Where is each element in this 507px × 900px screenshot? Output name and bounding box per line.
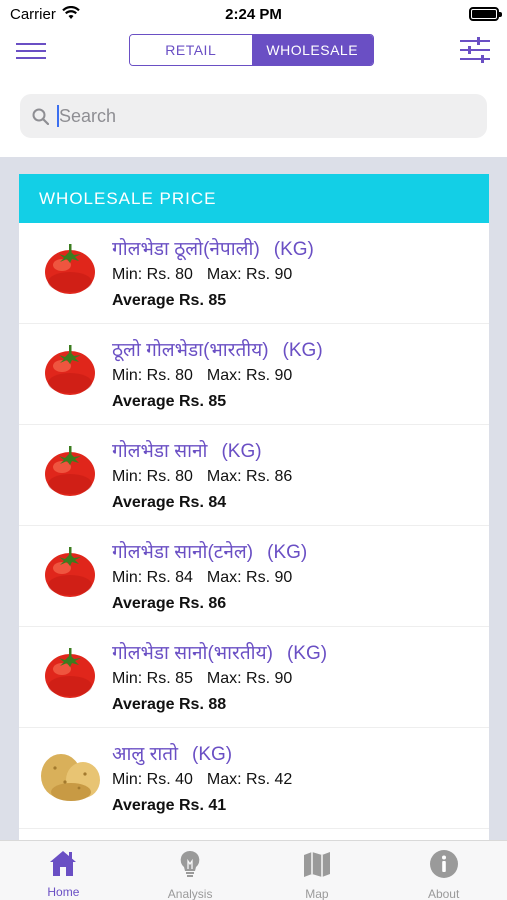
- item-unit: (KG): [282, 340, 323, 361]
- item-max: Max: Rs. 42: [206, 771, 293, 788]
- info-icon: [429, 849, 459, 884]
- wholesale-segment[interactable]: WHOLESALE: [251, 35, 373, 65]
- status-left: Carrier: [10, 6, 80, 23]
- item-name: गोलभेडा ठूलो(नेपाली): [112, 239, 260, 260]
- item-name: ठूलो गोलभेडा(भारतीय): [112, 340, 269, 361]
- item-name: गोलभेडा सानो(टनेल): [112, 542, 254, 563]
- map-icon: [302, 849, 332, 884]
- retail-segment[interactable]: RETAIL: [130, 35, 252, 65]
- item-max: Max: Rs. 90: [206, 367, 293, 384]
- carrier-label: Carrier: [10, 5, 56, 23]
- tab-home[interactable]: Home: [0, 841, 127, 900]
- search-input[interactable]: [59, 105, 459, 127]
- search-icon: [32, 108, 49, 125]
- card-header: WHOLESALE PRICE: [19, 174, 489, 223]
- tab-map[interactable]: Map: [254, 841, 381, 900]
- item-average: Average Rs. 85: [112, 393, 227, 410]
- tomato-icon: [37, 641, 103, 701]
- item-max: Max: Rs. 86: [206, 468, 293, 485]
- filter-settings-button[interactable]: [459, 36, 491, 64]
- item-max: Max: Rs. 90: [206, 266, 293, 283]
- price-list-item[interactable]: आलु रातो (KG) Min: Rs. 40 Max: Rs. 42 Averag…: [19, 728, 489, 829]
- item-min-max: Min: Rs. 80 Max: Rs. 90: [112, 266, 292, 284]
- item-title: आलु रातो (KG): [112, 740, 232, 766]
- item-min-max: Min: Rs. 40 Max: Rs. 42: [112, 771, 292, 789]
- sliders-icon: [460, 37, 490, 63]
- item-title: ठूलो गोलभेडा(भारतीय) (KG): [112, 336, 323, 362]
- item-unit: (KG): [192, 744, 233, 765]
- item-min-max: Min: Rs. 85 Max: Rs. 90: [112, 670, 292, 688]
- tab-about[interactable]: About: [380, 841, 507, 900]
- item-average: Average Rs. 85: [112, 292, 227, 309]
- price-list: गोलभेडा ठूलो(नेपाली) (KG) Min: Rs. 80 Max: …: [19, 223, 489, 829]
- tomato-icon: [37, 439, 103, 499]
- nav-bar: RETAIL WHOLESALE: [0, 30, 507, 70]
- tab-label: Map: [305, 887, 329, 900]
- item-max: Max: Rs. 90: [206, 569, 293, 586]
- search-bar: [20, 94, 487, 138]
- item-title: गोलभेडा सानो (KG): [112, 437, 262, 463]
- tomato-icon: [37, 540, 103, 600]
- content-area: WHOLESALE PRICE गोलभेडा ठूलो(नेपाली) (KG)…: [0, 157, 507, 840]
- tab-label: Analysis: [167, 887, 213, 900]
- price-list-item[interactable]: ठूलो गोलभेडा(भारतीय) (KG) Min: Rs. 80 Max: …: [19, 324, 489, 425]
- item-max: Max: Rs. 90: [206, 670, 293, 687]
- tab-label: About: [427, 887, 460, 900]
- item-name: गोलभेडा सानो(भारतीय): [112, 643, 273, 664]
- tab-label: Home: [47, 885, 80, 899]
- tomato-icon: [37, 338, 103, 398]
- item-average: Average Rs. 41: [112, 797, 227, 814]
- tab-bar: Home Analysis Map About: [0, 840, 507, 900]
- lightbulb-icon: [175, 849, 205, 884]
- item-min: Min: Rs. 80: [112, 468, 193, 485]
- hamburger-menu-button[interactable]: [16, 38, 46, 62]
- price-list-item[interactable]: गोलभेडा ठूलो(नेपाली) (KG) Min: Rs. 80 Max: …: [19, 223, 489, 324]
- tomato-icon: [37, 237, 103, 297]
- price-type-segmented-control: RETAIL WHOLESALE: [129, 34, 374, 66]
- item-title: गोलभेडा सानो(टनेल) (KG): [112, 538, 307, 564]
- item-min: Min: Rs. 80: [112, 266, 193, 283]
- item-min: Min: Rs. 84: [112, 569, 193, 586]
- price-list-item[interactable]: गोलभेडा सानो(भारतीय) (KG) Min: Rs. 85 Max: …: [19, 627, 489, 728]
- tab-analysis[interactable]: Analysis: [127, 841, 254, 900]
- price-list-item[interactable]: गोलभेडा सानो (KG) Min: Rs. 80 Max: Rs. 86 Av…: [19, 425, 489, 526]
- item-min: Min: Rs. 40: [112, 771, 193, 788]
- item-name: आलु रातो: [112, 744, 179, 765]
- item-title: गोलभेडा सानो(भारतीय) (KG): [112, 639, 327, 665]
- price-list-item[interactable]: गोलभेडा सानो(टनेल) (KG) Min: Rs. 84 Max: Rs…: [19, 526, 489, 627]
- status-bar: Carrier 2:24 PM: [0, 0, 507, 28]
- battery-icon: [469, 7, 502, 21]
- item-name: गोलभेडा सानो: [112, 441, 208, 462]
- item-unit: (KG): [286, 643, 328, 664]
- wifi-icon: [62, 5, 80, 23]
- item-title: गोलभेडा ठूलो(नेपाली) (KG): [112, 235, 314, 261]
- item-average: Average Rs. 86: [112, 595, 227, 612]
- item-min: Min: Rs. 85: [112, 670, 193, 687]
- item-min-max: Min: Rs. 80 Max: Rs. 86: [112, 468, 292, 486]
- item-unit: (KG): [221, 441, 262, 462]
- item-average: Average Rs. 84: [112, 494, 227, 511]
- item-min-max: Min: Rs. 84 Max: Rs. 90: [112, 569, 292, 587]
- item-unit: (KG): [267, 542, 308, 563]
- potato-icon: [37, 742, 103, 802]
- wholesale-price-card: WHOLESALE PRICE गोलभेडा ठूलो(नेपाली) (KG)…: [19, 174, 489, 840]
- item-unit: (KG): [273, 239, 314, 260]
- item-average: Average Rs. 88: [112, 696, 227, 713]
- item-min-max: Min: Rs. 80 Max: Rs. 90: [112, 367, 292, 385]
- home-icon: [48, 849, 78, 882]
- item-min: Min: Rs. 80: [112, 367, 193, 384]
